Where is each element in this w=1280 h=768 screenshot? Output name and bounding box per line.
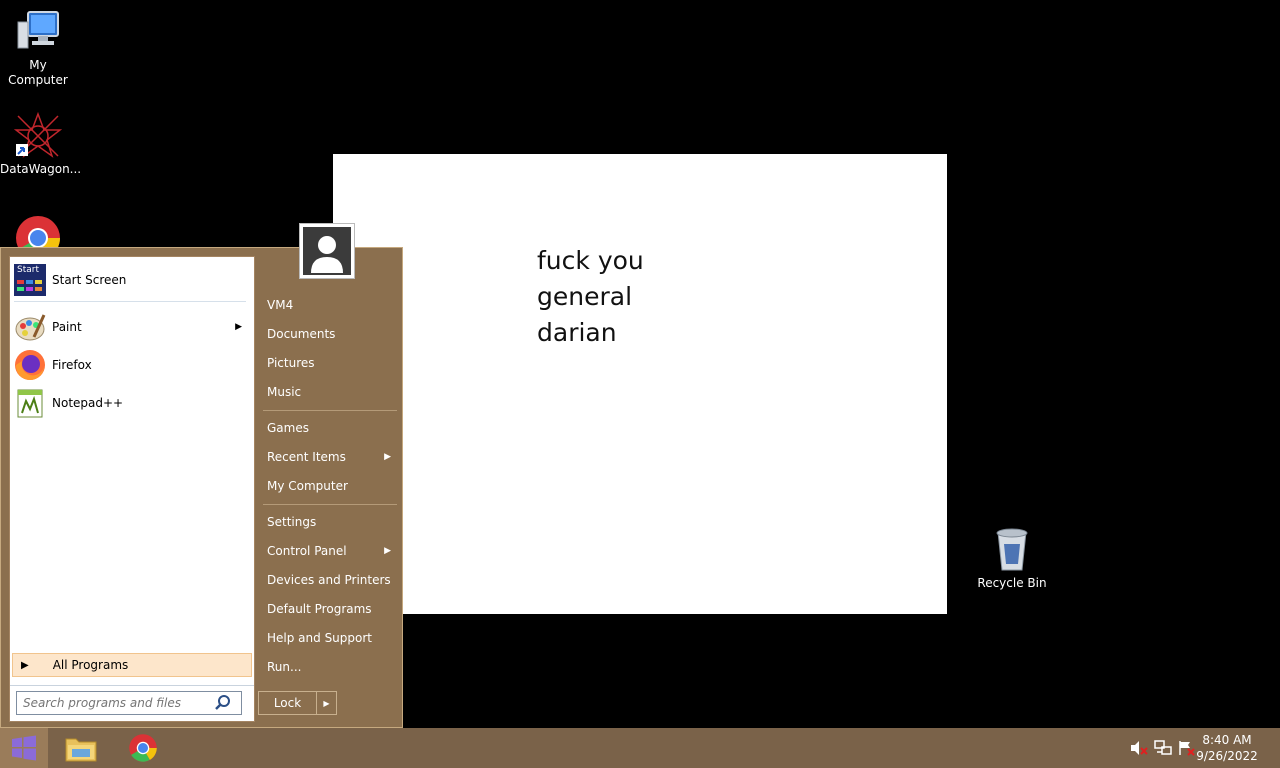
start-link-label: Games: [267, 421, 309, 435]
start-button[interactable]: [0, 728, 48, 768]
chevron-right-icon: ▶: [384, 452, 391, 462]
start-screen-icon: Start: [14, 264, 46, 296]
desktop-icon-my-computer[interactable]: My Computer: [0, 8, 76, 88]
start-item-notepadpp[interactable]: Notepad++: [14, 385, 250, 421]
triangle-right-icon: ▶: [21, 659, 29, 671]
divider: [14, 301, 246, 302]
start-menu-programs-pane: Start Start Screen Paint ▶ Firefox Notep…: [9, 256, 255, 722]
note-line: darian: [537, 318, 617, 347]
start-link-pictures[interactable]: Pictures: [259, 350, 399, 376]
user-icon: [303, 227, 351, 275]
user-avatar[interactable]: [299, 223, 355, 279]
desktop-icon-datawagon[interactable]: DataWagon...: [0, 111, 82, 177]
divider: [263, 504, 397, 505]
notepadpp-icon: [14, 387, 46, 419]
start-link-label: Recent Items: [267, 450, 346, 464]
start-link-settings[interactable]: Settings: [259, 509, 399, 535]
note-line: fuck you: [537, 246, 644, 275]
start-link-control-panel[interactable]: Control Panel ▶: [259, 538, 399, 564]
recycle-bin-icon: [988, 526, 1036, 574]
search-icon[interactable]: [213, 693, 233, 713]
start-link-label: Settings: [267, 515, 317, 529]
start-link-label: Default Programs: [267, 602, 372, 616]
start-link-recent-items[interactable]: Recent Items ▶: [259, 444, 399, 470]
search-box[interactable]: [16, 691, 242, 715]
computer-icon: [14, 8, 62, 56]
network-icon[interactable]: [1154, 740, 1172, 756]
start-link-label: Help and Support: [267, 631, 372, 645]
desktop-icon-label: My Computer: [8, 58, 68, 87]
start-item-paint[interactable]: Paint ▶: [14, 309, 250, 345]
start-item-label: Notepad++: [52, 396, 124, 410]
start-item-label: Start Screen: [52, 273, 127, 287]
wallpaper-note: fuck you general darian: [333, 154, 947, 614]
power-options-chevron-icon[interactable]: ▶: [317, 692, 336, 714]
note-line: general: [537, 282, 633, 311]
clock-time: 8:40 AM: [1202, 733, 1252, 747]
start-link-label: Pictures: [267, 356, 315, 370]
divider: [263, 410, 397, 411]
chevron-right-icon: ▶: [384, 546, 391, 556]
start-link-label: Run...: [267, 660, 302, 674]
start-item-firefox[interactable]: Firefox: [14, 347, 250, 383]
chevron-right-icon: ▶: [235, 322, 242, 332]
start-link-documents[interactable]: Documents: [259, 321, 399, 347]
start-link-label: My Computer: [267, 479, 348, 493]
search-input[interactable]: [17, 696, 213, 710]
desktop-icon-label: Recycle Bin: [977, 576, 1047, 590]
start-link-label: Music: [267, 385, 302, 399]
start-link-my-computer[interactable]: My Computer: [259, 473, 399, 499]
start-item-label: Paint: [52, 320, 82, 334]
start-link-run[interactable]: Run...: [259, 654, 399, 680]
start-link-help-support[interactable]: Help and Support: [259, 625, 399, 651]
firefox-icon: [14, 349, 46, 381]
divider: [10, 685, 254, 686]
chrome-icon: [129, 734, 157, 762]
start-item-start-screen[interactable]: Start Start Screen: [14, 262, 250, 298]
clock-date: 9/26/2022: [1196, 749, 1258, 763]
lock-button[interactable]: Lock: [259, 692, 317, 714]
start-link-label: VM4: [267, 298, 294, 312]
lock-label: Lock: [273, 696, 302, 710]
start-link-default-programs[interactable]: Default Programs: [259, 596, 399, 622]
start-link-vm4[interactable]: VM4: [259, 292, 399, 318]
start-link-music[interactable]: Music: [259, 379, 399, 405]
start-link-games[interactable]: Games: [259, 415, 399, 441]
system-clock[interactable]: 8:40 AM 9/26/2022: [1192, 732, 1262, 764]
paint-icon: [14, 311, 46, 343]
volume-muted-icon[interactable]: [1130, 740, 1148, 756]
start-screen-badge: Start: [17, 265, 39, 275]
taskbar-chrome[interactable]: [119, 730, 167, 766]
taskbar: 8:40 AM 9/26/2022: [0, 728, 1280, 768]
start-link-devices-printers[interactable]: Devices and Printers: [259, 567, 399, 593]
lock-button-group: Lock ▶: [258, 691, 337, 715]
desktop-icon-recycle-bin[interactable]: Recycle Bin: [974, 526, 1050, 591]
start-link-label: Devices and Printers: [267, 573, 391, 587]
taskbar-file-explorer[interactable]: [57, 730, 105, 766]
start-menu: Start Start Screen Paint ▶ Firefox Notep…: [0, 247, 403, 728]
desktop-icon-label: DataWagon...: [0, 162, 82, 176]
windows-logo-icon: [12, 735, 36, 761]
start-link-label: Control Panel: [267, 544, 347, 558]
start-link-label: Documents: [267, 327, 336, 341]
all-programs-label: All Programs: [52, 658, 129, 672]
file-explorer-icon: [65, 738, 97, 762]
all-programs-button[interactable]: ▶ All Programs: [12, 653, 252, 677]
datawagon-icon: [13, 111, 63, 160]
start-item-label: Firefox: [52, 358, 92, 372]
